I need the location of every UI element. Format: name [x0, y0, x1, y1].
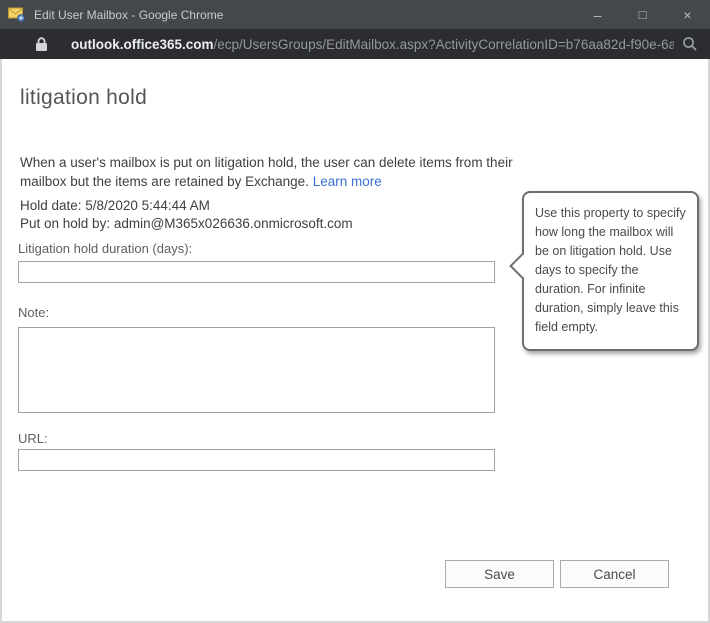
tooltip-arrow — [509, 253, 535, 279]
url-path: /ecp/UsersGroups/EditMailbox.aspx?Activi… — [213, 36, 674, 52]
maximize-icon[interactable]: □ — [620, 0, 665, 29]
lock-icon[interactable] — [35, 36, 48, 52]
url-input[interactable] — [18, 449, 495, 471]
description-text: When a user's mailbox is put on litigati… — [20, 153, 520, 191]
duration-label: Litigation hold duration (days): — [18, 241, 193, 256]
url-text[interactable]: outlook.office365.com/ecp/UsersGroups/Ed… — [71, 37, 674, 52]
note-textarea[interactable] — [18, 327, 495, 413]
browser-popup-window: Edit User Mailbox - Google Chrome – □ × … — [0, 0, 710, 623]
put-on-hold-by-text: Put on hold by: admin@M365x026636.onmicr… — [20, 216, 353, 231]
window-titlebar: Edit User Mailbox - Google Chrome – □ × — [0, 0, 710, 29]
page-title: litigation hold — [20, 86, 148, 109]
save-button[interactable]: Save — [445, 560, 554, 588]
cancel-button[interactable]: Cancel — [560, 560, 669, 588]
mailbox-settings-icon — [8, 7, 26, 22]
window-title: Edit User Mailbox - Google Chrome — [34, 7, 224, 22]
url-label: URL: — [18, 431, 48, 446]
minimize-icon[interactable]: – — [575, 0, 620, 29]
litigation-hold-duration-input[interactable] — [18, 261, 495, 283]
litigation-hold-page: litigation hold When a user's mailbox is… — [0, 59, 710, 623]
note-label: Note: — [18, 305, 50, 320]
description-body: When a user's mailbox is put on litigati… — [20, 155, 513, 189]
duration-help-tooltip: Use this property to specify how long th… — [509, 191, 699, 351]
address-bar[interactable]: outlook.office365.com/ecp/UsersGroups/Ed… — [0, 29, 710, 59]
learn-more-link[interactable]: Learn more — [313, 174, 382, 189]
url-domain: outlook.office365.com — [71, 36, 214, 52]
hold-date-text: Hold date: 5/8/2020 5:44:44 AM — [20, 198, 210, 213]
window-controls: – □ × — [575, 0, 710, 29]
tooltip-text: Use this property to specify how long th… — [535, 206, 686, 334]
page-zoom-icon[interactable] — [682, 36, 698, 52]
close-icon[interactable]: × — [665, 0, 710, 29]
